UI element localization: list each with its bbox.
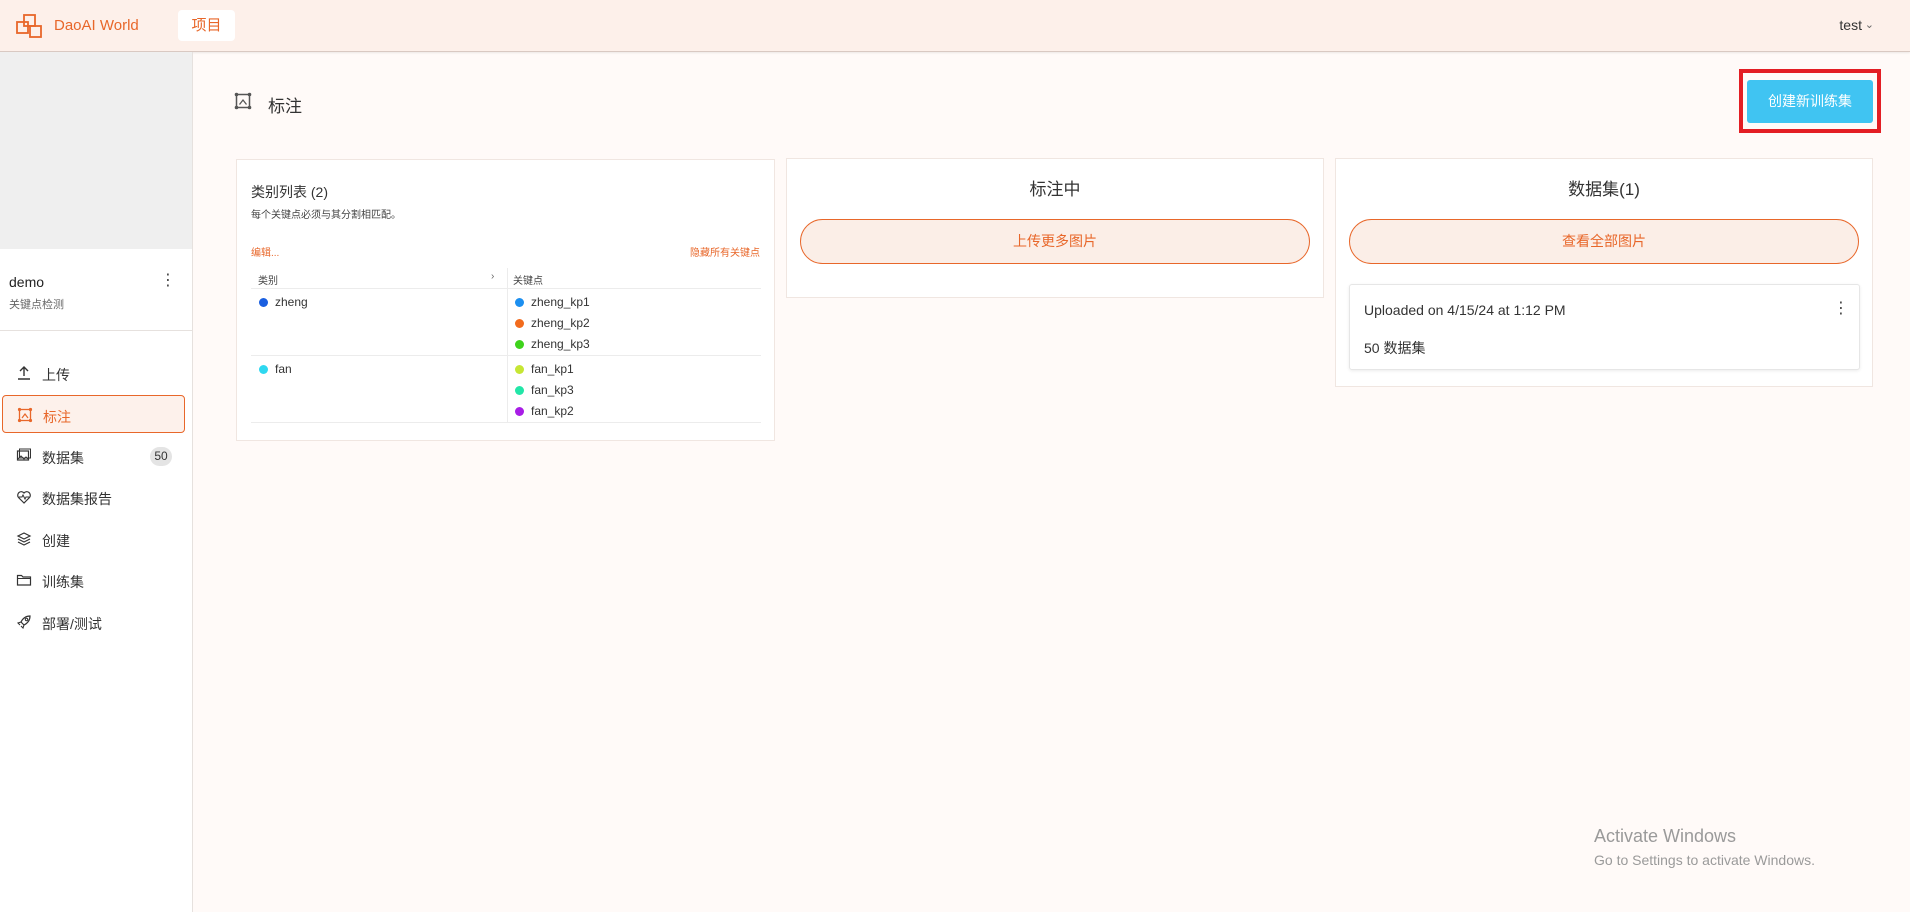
- category-color-dot: [259, 298, 268, 307]
- project-name: demo: [9, 274, 45, 290]
- sidebar-item-create[interactable]: 创建: [2, 520, 185, 558]
- column-header-category: 类别: [258, 276, 278, 287]
- chevron-right-icon[interactable]: ›: [491, 271, 494, 282]
- project-more-menu-icon[interactable]: ⋮: [160, 270, 176, 292]
- sidebar-item-label: 数据集: [42, 450, 84, 466]
- sidebar-item-label: 部署/测试: [42, 616, 102, 632]
- edit-categories-link[interactable]: 编辑...: [251, 244, 279, 259]
- table-row[interactable]: zheng zheng_kp1 zheng_kp2 zheng_kp3: [251, 289, 761, 356]
- page-title: 标注: [268, 97, 302, 116]
- annotating-title: 标注中: [1029, 180, 1081, 199]
- category-color-dot: [259, 365, 268, 374]
- sidebar-divider: [0, 330, 192, 331]
- keypoint-name: fan_kp3: [531, 383, 574, 397]
- sidebar-item-upload[interactable]: 上传: [2, 354, 185, 392]
- category-name: zheng: [275, 295, 308, 309]
- sidebar-item-label: 数据集报告: [42, 491, 112, 507]
- sidebar-item-annotate[interactable]: 标注: [2, 395, 185, 433]
- sidebar-item-label: 训练集: [42, 574, 84, 590]
- keypoint-color-dot: [515, 386, 524, 395]
- keypoint-name: fan_kp2: [531, 404, 574, 418]
- heart-pulse-icon: [17, 491, 31, 504]
- column-header-keypoints: 关键点: [513, 276, 543, 287]
- windows-activation-title: Activate Windows: [1594, 826, 1737, 846]
- more-vertical-icon[interactable]: ⋮: [1833, 299, 1849, 319]
- annotate-icon: [234, 92, 252, 110]
- project-thumbnail: [0, 52, 192, 249]
- sidebar-item-training-set[interactable]: 训练集: [2, 561, 185, 599]
- keypoint-name: fan_kp1: [531, 362, 574, 376]
- category-list-title: 类别列表 (2): [251, 184, 328, 200]
- sidebar-item-dataset-report[interactable]: 数据集报告: [2, 478, 185, 516]
- keypoint-color-dot: [515, 298, 524, 307]
- annotating-panel: 标注中 上传更多图片: [786, 158, 1324, 298]
- rocket-icon: [16, 615, 31, 630]
- sidebar-item-label: 上传: [42, 367, 70, 383]
- dataset-title: 数据集(1): [1568, 180, 1640, 199]
- user-menu[interactable]: test: [1839, 17, 1862, 33]
- category-list-subtitle: 每个关键点必须与其分割相匹配。: [251, 210, 401, 221]
- upload-icon: [18, 366, 30, 380]
- keypoint-color-dot: [515, 319, 524, 328]
- folder-icon: [16, 574, 32, 586]
- sidebar-item-label: 创建: [42, 533, 70, 549]
- upload-batch-title: Uploaded on 4/15/24 at 1:12 PM: [1364, 302, 1566, 318]
- nav-projects-tab[interactable]: 项目: [178, 10, 235, 41]
- daoai-logo-icon[interactable]: [16, 13, 42, 39]
- column-divider: [507, 289, 508, 355]
- category-list-panel: 类别列表 (2) 每个关键点必须与其分割相匹配。 编辑... 隐藏所有关键点 类…: [236, 159, 775, 441]
- sidebar-item-dataset[interactable]: 数据集 50: [2, 437, 185, 475]
- keypoint-name: zheng_kp1: [531, 295, 590, 309]
- view-all-images-button[interactable]: 查看全部图片: [1349, 219, 1859, 264]
- keypoint-color-dot: [515, 340, 524, 349]
- layers-icon: [16, 532, 32, 546]
- dataset-panel: 数据集(1) 查看全部图片 Uploaded on 4/15/24 at 1:1…: [1335, 158, 1873, 387]
- table-row[interactable]: fan fan_kp1 fan_kp3 fan_kp2: [251, 356, 761, 423]
- brand-name[interactable]: DaoAI World: [54, 17, 139, 34]
- category-name: fan: [275, 362, 292, 376]
- keypoint-color-dot: [515, 407, 524, 416]
- windows-activation-hint: Go to Settings to activate Windows.: [1594, 852, 1815, 868]
- project-type: 关键点检测: [9, 299, 64, 311]
- dataset-count-badge: 50: [150, 447, 172, 466]
- upload-batch-card[interactable]: Uploaded on 4/15/24 at 1:12 PM 50 数据集 ⋮: [1349, 284, 1860, 370]
- sidebar: demo 关键点检测 ⋮ 上传 标注 数据集 50 数据集报告 创建 训练集 部…: [0, 52, 193, 912]
- keypoint-name: zheng_kp2: [531, 316, 590, 330]
- keypoint-name: zheng_kp3: [531, 337, 590, 351]
- top-bar: DaoAI World 项目 test ⌄: [0, 0, 1910, 52]
- annotate-icon: [17, 407, 33, 423]
- column-divider: [507, 356, 508, 422]
- upload-more-images-button[interactable]: 上传更多图片: [800, 219, 1310, 264]
- sidebar-item-deploy-test[interactable]: 部署/测试: [2, 603, 185, 641]
- create-training-set-button[interactable]: 创建新训练集: [1747, 80, 1873, 123]
- images-icon: [16, 448, 31, 461]
- chevron-down-icon[interactable]: ⌄: [1865, 18, 1874, 31]
- table-header: 类别 › 关键点: [251, 268, 761, 289]
- hide-all-keypoints-link[interactable]: 隐藏所有关键点: [690, 244, 760, 259]
- sidebar-item-label: 标注: [43, 409, 71, 425]
- column-divider: [507, 268, 508, 289]
- keypoint-color-dot: [515, 365, 524, 374]
- upload-batch-count: 50 数据集: [1364, 340, 1426, 356]
